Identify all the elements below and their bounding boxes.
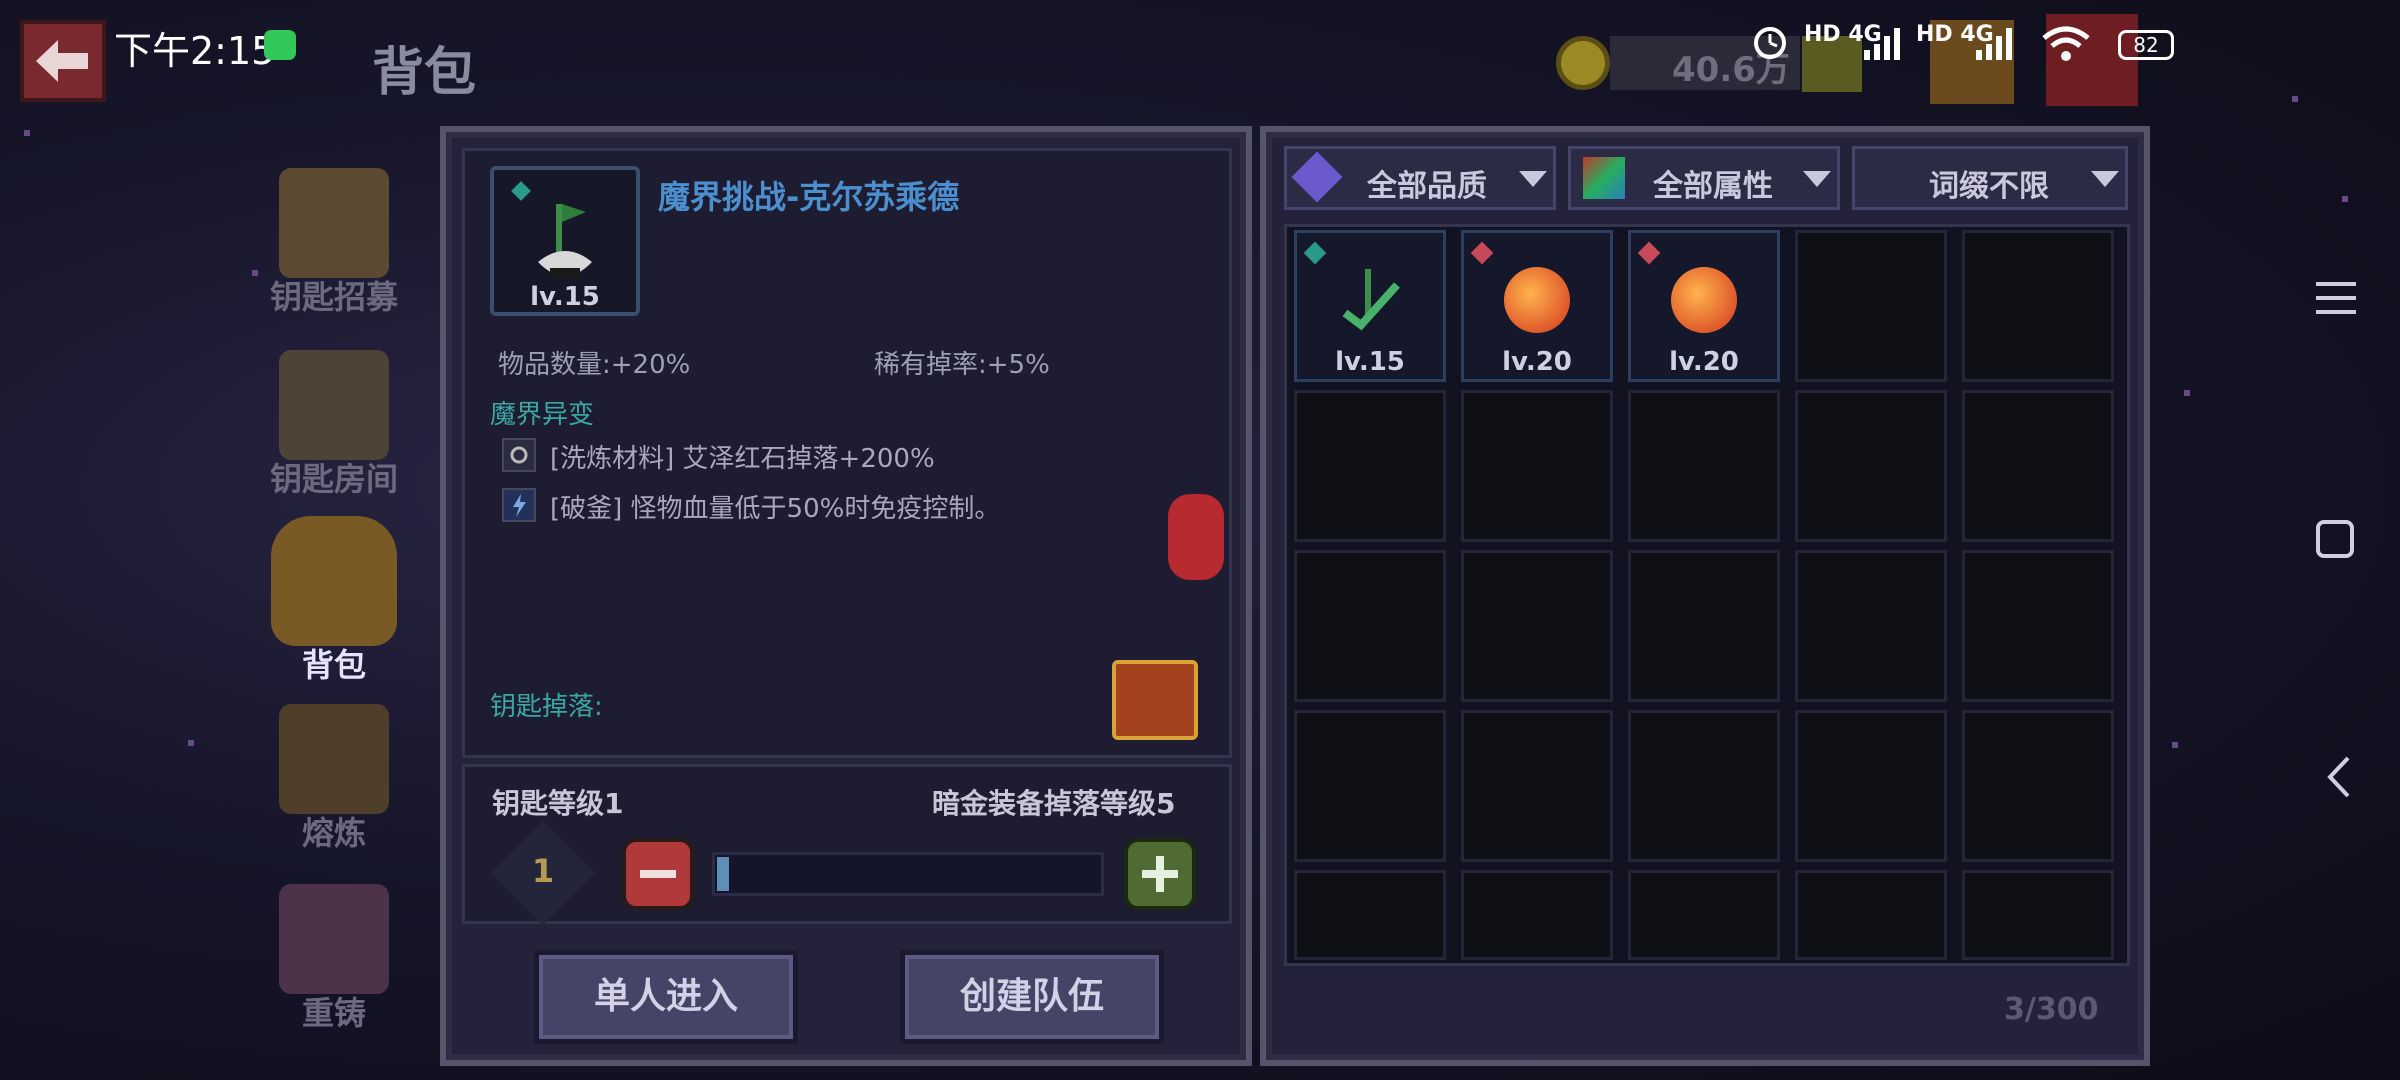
gear-icon: [502, 438, 536, 472]
inventory-slot[interactable]: [1962, 230, 2114, 382]
level-value: 1: [531, 852, 555, 890]
increase-level-button[interactable]: [1124, 838, 1196, 910]
create-team-button[interactable]: 创建队伍: [900, 950, 1164, 1044]
level-slider[interactable]: [712, 852, 1104, 896]
key-level-badge: lv.15: [530, 282, 600, 312]
menu-icon[interactable]: [2316, 272, 2356, 328]
status-time: 下午2:15: [114, 29, 276, 73]
inventory-slot[interactable]: [1962, 390, 2114, 542]
backpack-icon: [271, 516, 397, 646]
inventory-slot[interactable]: [1461, 390, 1613, 542]
key-item-slot[interactable]: lv.15: [490, 166, 640, 316]
affix-line-2: [破釜] 怪物血量低于50%时免疫控制。: [550, 494, 1001, 524]
plus-icon-v: [1156, 856, 1164, 892]
inventory-slot[interactable]: [1461, 870, 1613, 960]
chevron-down-icon: [2091, 171, 2119, 187]
inventory-slot[interactable]: [1795, 710, 1947, 862]
rarity-gem-icon: [1637, 241, 1661, 265]
inventory-slot[interactable]: [1962, 550, 2114, 702]
affix-filter-label: 词缀不限: [1929, 169, 2049, 204]
attribute-filter-label: 全部属性: [1653, 169, 1773, 204]
menu-item-backpack[interactable]: 背包: [254, 516, 414, 686]
reforge-icon: [279, 884, 389, 994]
page-title: 背包: [372, 43, 477, 103]
alarm-icon: [1754, 27, 1786, 59]
inventory-slot[interactable]: lv.20: [1461, 230, 1613, 382]
chevron-down-icon: [1519, 171, 1547, 187]
inventory-slot[interactable]: [1795, 390, 1947, 542]
status-icons: [1750, 22, 1790, 62]
back-button[interactable]: [20, 20, 106, 102]
affix-filter-dropdown[interactable]: 词缀不限: [1852, 146, 2128, 210]
menu-item-reforge[interactable]: 重铸: [254, 884, 414, 1034]
mutation-title: 魔界异变: [490, 400, 595, 430]
coin-icon: [1556, 36, 1610, 90]
item-level: lv.20: [1669, 347, 1739, 377]
item-level: lv.20: [1502, 347, 1572, 377]
attribute-icon: [1583, 157, 1625, 199]
key-title: 魔界挑战-克尔苏乘德: [658, 178, 960, 216]
inventory-slot[interactable]: [1795, 550, 1947, 702]
minus-icon: [640, 870, 676, 878]
wifi-icon: [2040, 26, 2092, 68]
inventory-slot[interactable]: [1461, 710, 1613, 862]
inventory-slot[interactable]: [1628, 550, 1780, 702]
back-arrow-icon: [36, 40, 88, 82]
key-drop-label: 钥匙掉落:: [490, 692, 603, 722]
red-scroll-icon[interactable]: [1168, 494, 1224, 580]
lightning-shield-icon: [502, 488, 536, 522]
inventory-slot[interactable]: [1294, 550, 1446, 702]
reward-chest-icon[interactable]: [1112, 660, 1198, 740]
item-level: lv.15: [1335, 347, 1405, 377]
inventory-slot[interactable]: [1461, 550, 1613, 702]
battery-indicator: 82: [2118, 30, 2174, 60]
smelt-icon: [279, 704, 389, 814]
chevron-down-icon: [1803, 171, 1831, 187]
key-flag-icon: [1331, 263, 1411, 343]
inventory-slot[interactable]: [1962, 870, 2114, 960]
stat-rare-drop: 稀有掉率:+5%: [874, 350, 1050, 380]
inventory-slot[interactable]: [1628, 870, 1780, 960]
back-nav-icon[interactable]: [2324, 754, 2352, 804]
solo-enter-button[interactable]: 单人进入: [534, 950, 798, 1044]
key-level-label: 钥匙等级1: [492, 787, 624, 820]
inventory-slot[interactable]: [1294, 390, 1446, 542]
quality-gem-icon: [1291, 151, 1343, 203]
decrease-level-button[interactable]: [622, 838, 694, 910]
fruit-icon: [1504, 267, 1570, 333]
key-room-icon: [279, 350, 389, 460]
inventory-slot[interactable]: [1628, 390, 1780, 542]
fruit-icon: [1671, 267, 1737, 333]
inventory-slot[interactable]: [1795, 230, 1947, 382]
menu-item-key-recruit[interactable]: 钥匙招募: [254, 168, 414, 318]
inventory-slot[interactable]: lv.15: [1294, 230, 1446, 382]
signal-icon-2: [1974, 26, 2018, 64]
inventory-slot[interactable]: lv.20: [1628, 230, 1780, 382]
level-slider-fill: [717, 857, 729, 891]
menu-item-key-room[interactable]: 钥匙房间: [254, 350, 414, 500]
stat-item-quantity: 物品数量:+20%: [498, 350, 691, 380]
inventory-slot[interactable]: [1294, 710, 1446, 862]
wechat-notification-icon: [264, 30, 296, 60]
quality-filter-dropdown[interactable]: 全部品质: [1284, 146, 1556, 210]
inventory-slot[interactable]: [1962, 710, 2114, 862]
signal-icon: [1862, 26, 1906, 64]
rarity-gem-icon: [1470, 241, 1494, 265]
home-icon[interactable]: [2316, 520, 2354, 558]
quality-filter-label: 全部品质: [1367, 169, 1487, 204]
inventory-count: 3/300: [2004, 992, 2099, 1027]
inventory-slot[interactable]: [1795, 870, 1947, 960]
rarity-gem-icon: [1303, 241, 1327, 265]
inventory-slot[interactable]: [1628, 710, 1780, 862]
affix-line-1: [洗炼材料] 艾泽红石掉落+200%: [550, 444, 935, 474]
treasure-chest-icon: [279, 168, 389, 278]
inventory-slot[interactable]: [1294, 870, 1446, 960]
menu-item-smelt[interactable]: 熔炼: [254, 704, 414, 854]
drop-level-label: 暗金装备掉落等级5: [932, 787, 1176, 820]
attribute-filter-dropdown[interactable]: 全部属性: [1568, 146, 1840, 210]
